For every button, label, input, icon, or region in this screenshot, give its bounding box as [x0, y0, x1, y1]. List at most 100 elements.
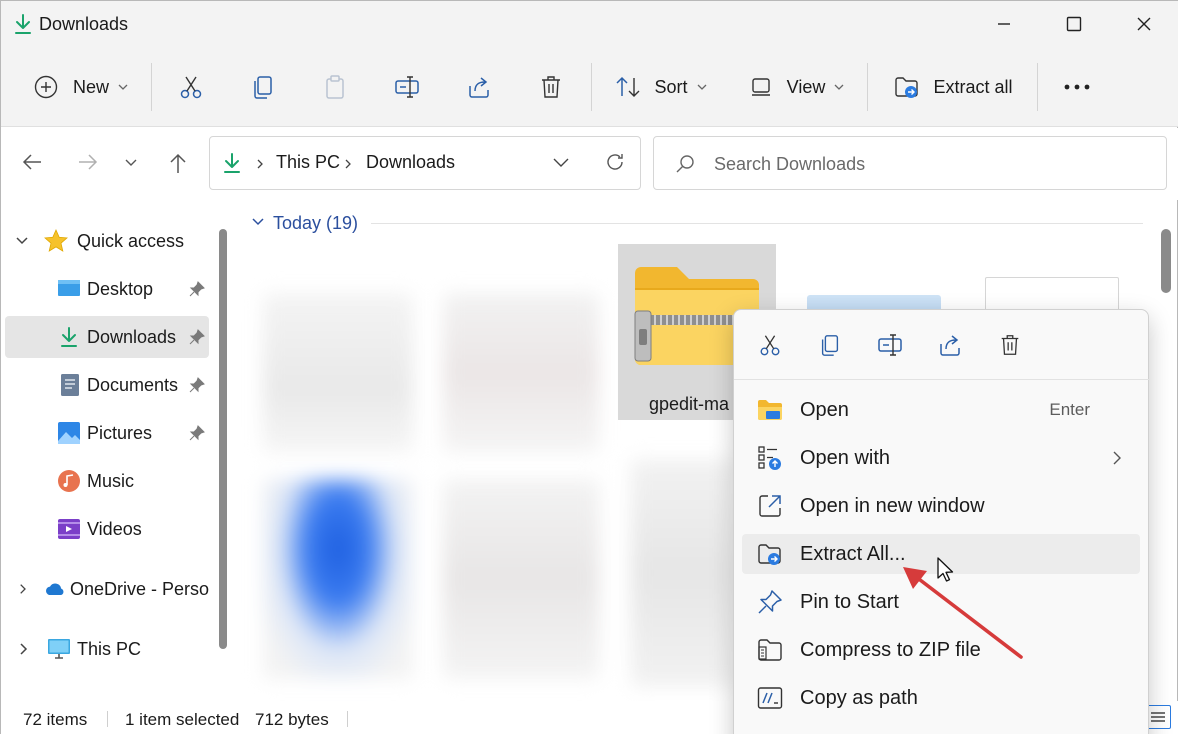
context-item-copy-as-path[interactable]: Copy as path	[742, 678, 1140, 718]
copy-button[interactable]	[243, 67, 283, 107]
sidebar-item-this-pc[interactable]: This PC	[5, 628, 209, 670]
group-header[interactable]: Today (19)	[273, 213, 358, 234]
file-tile[interactable]	[263, 293, 413, 453]
paste-button[interactable]	[315, 67, 355, 107]
copy-icon	[254, 76, 272, 99]
search-box[interactable]: Search Downloads	[653, 136, 1167, 190]
context-menu: Open Enter Open with Open in new window …	[733, 309, 1150, 734]
file-tile[interactable]	[263, 479, 413, 679]
sidebar-item-label: Videos	[87, 518, 142, 539]
delete-button[interactable]	[531, 67, 571, 107]
sidebar-item-documents[interactable]: Documents	[5, 364, 209, 406]
this-pc-icon	[48, 639, 70, 659]
new-button[interactable]: New	[29, 67, 133, 107]
documents-icon	[61, 374, 79, 396]
forward-button[interactable]	[77, 152, 99, 172]
sidebar-item-desktop[interactable]: Desktop	[5, 268, 209, 310]
cut-icon	[760, 335, 780, 356]
arrow-up-icon	[170, 153, 186, 173]
chevron-right-icon	[257, 159, 263, 169]
sidebar-item-pictures[interactable]: Pictures	[5, 412, 209, 454]
extract-all-icon	[895, 77, 919, 98]
file-tile[interactable]	[631, 459, 735, 687]
download-arrow-icon	[13, 13, 33, 35]
file-name-label: gpedit-ma	[649, 394, 730, 414]
sidebar-item-label: Documents	[87, 374, 179, 395]
chevron-down-icon	[697, 84, 706, 90]
navigation-pane: Quick access Desktop Downloads Documents…	[1, 200, 233, 700]
sort-label: Sort	[654, 76, 688, 97]
more-options-button[interactable]	[1057, 67, 1097, 107]
arrow-left-icon	[22, 154, 41, 170]
videos-icon	[58, 519, 80, 539]
share-button[interactable]	[459, 67, 499, 107]
context-cut-button[interactable]	[750, 326, 790, 364]
address-bar[interactable]: This PC Downloads	[209, 136, 641, 190]
sidebar-item-music[interactable]: Music	[5, 460, 209, 502]
context-item-shortcut: Enter	[1049, 400, 1090, 419]
title-bar: Downloads	[1, 1, 1178, 49]
status-divider	[107, 711, 108, 727]
sidebar-item-downloads[interactable]: Downloads	[5, 316, 209, 358]
extract-all-button[interactable]: Extract all	[891, 67, 1015, 107]
sidebar-item-onedrive[interactable]: OneDrive - Perso	[5, 568, 209, 610]
download-arrow-icon	[222, 152, 242, 174]
context-item-open-with[interactable]: Open with	[742, 438, 1140, 478]
context-item-label: Copy as path	[800, 686, 918, 709]
back-button[interactable]	[21, 152, 43, 172]
address-history-button[interactable]	[552, 157, 570, 169]
command-bar: New Sort View Extract all	[1, 49, 1178, 127]
sidebar-item-quick-access[interactable]: Quick access	[5, 220, 209, 262]
chevron-right-icon	[20, 643, 28, 655]
breadcrumb-this-pc[interactable]: This PC	[276, 152, 340, 173]
maximize-button[interactable]	[1039, 1, 1109, 47]
close-icon	[1137, 17, 1151, 31]
group-divider	[371, 223, 1143, 224]
content-scrollbar-thumb[interactable]	[1161, 229, 1171, 293]
pin-icon	[189, 329, 205, 345]
context-delete-button[interactable]	[990, 326, 1030, 364]
context-copy-button[interactable]	[810, 326, 850, 364]
sidebar-item-label: This PC	[77, 638, 142, 659]
context-item-open-new-window[interactable]: Open in new window	[742, 486, 1140, 526]
minimize-button[interactable]	[969, 1, 1039, 47]
up-button[interactable]	[167, 152, 189, 174]
context-menu-quick-actions	[734, 310, 1150, 380]
chevron-down-icon	[252, 218, 264, 226]
context-item-open[interactable]: Open Enter	[742, 390, 1140, 430]
recent-locations-button[interactable]	[124, 158, 138, 168]
close-button[interactable]	[1109, 1, 1178, 47]
new-label: New	[72, 76, 109, 97]
context-rename-button[interactable]	[870, 326, 910, 364]
chevron-down-icon	[553, 158, 569, 167]
sort-icon	[616, 76, 640, 97]
chevron-right-icon	[345, 159, 351, 169]
view-icon	[751, 78, 770, 96]
chevron-right-icon	[1113, 451, 1121, 465]
sort-button[interactable]: Sort	[611, 67, 711, 107]
sidebar-scrollbar-thumb[interactable]	[219, 229, 227, 649]
toolbar-divider	[151, 63, 152, 111]
sidebar-item-videos[interactable]: Videos	[5, 508, 209, 550]
group-collapse-toggle[interactable]	[251, 217, 265, 227]
new-window-icon	[759, 495, 781, 517]
delete-icon	[542, 76, 560, 98]
rename-button[interactable]	[387, 67, 427, 107]
refresh-button[interactable]	[604, 151, 626, 173]
file-tile[interactable]	[443, 293, 599, 453]
context-item-label: Open with	[800, 446, 891, 469]
selection-count: 1 item selected	[125, 710, 240, 729]
cut-button[interactable]	[171, 67, 211, 107]
context-item-label: Open in new window	[800, 494, 985, 517]
delete-icon	[1001, 335, 1019, 355]
context-share-button[interactable]	[930, 326, 970, 364]
sidebar-item-label: Quick access	[77, 230, 185, 251]
breadcrumb-downloads[interactable]: Downloads	[366, 152, 455, 173]
paste-icon	[326, 75, 344, 99]
minimize-icon	[998, 23, 1010, 25]
chevron-down-icon	[834, 84, 844, 90]
view-button[interactable]: View	[745, 67, 849, 107]
extract-all-icon	[758, 544, 781, 565]
file-tile[interactable]	[443, 479, 599, 679]
navigation-row: This PC Downloads Search Downloads	[1, 128, 1178, 200]
